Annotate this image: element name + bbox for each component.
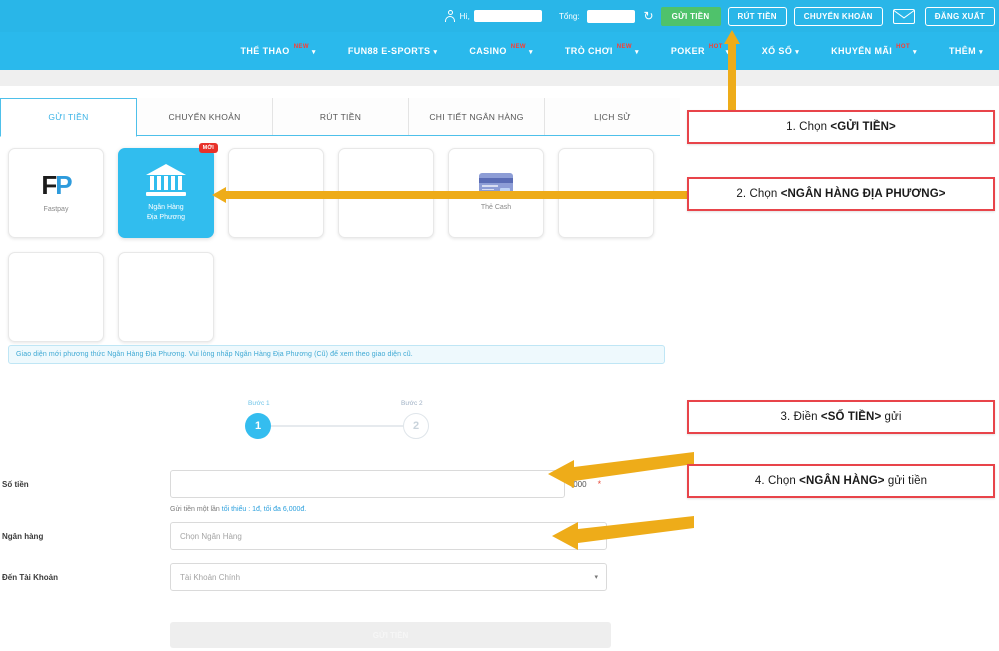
deposit-button[interactable]: GỬI TIỀN [660,6,721,26]
annotation-text: 3. Điền <SỐ TIỀN> gửi [780,411,902,423]
tab-lich-su[interactable]: LỊCH SỬ [545,98,680,135]
nav-badge-new: NEW [293,44,309,50]
page-top-divider [0,70,999,86]
account-select[interactable]: Tài Khoản Chính [170,563,607,591]
annotation-step-1: 1. Chọn <GỬI TIỀN> [687,110,995,144]
account-tabs: GỬI TIỀN CHUYỂN KHOẢN RÚT TIỀN CHI TIẾT … [0,98,680,137]
top-utility-bar: Hi, Tổng: ↻ GỬI TIỀN RÚT TIỀN CHUYỂN KHO… [0,0,999,32]
nav-item-tro-choi[interactable]: TRÒ CHƠI NEW ▾ [549,44,655,56]
bank-icon [146,164,186,197]
account-label: Đến Tài Khoản [2,572,59,582]
bank-label: Ngân hàng [2,531,44,541]
nav-item-them[interactable]: THÊM ▾ [933,46,999,56]
mail-icon[interactable] [892,8,915,24]
arrow-to-local-bank-card [212,187,690,203]
amount-input[interactable] [170,470,565,498]
balance-label: Tổng: [559,11,580,21]
step-2-circle[interactable]: 2 [403,413,429,439]
annotation-text: 4. Chọn <NGÂN HÀNG> gửi tiền [754,475,928,487]
account-row: Đến Tài Khoản Tài Khoản Chính ▾ [0,563,680,591]
username-redacted [474,10,543,22]
nav-item-khuyen-mai[interactable]: KHUYẾN MÃI HOT ▾ [815,44,933,56]
annotation-step-4: 4. Chọn <NGÂN HÀNG> gửi tiền [687,464,995,498]
person-icon [445,9,456,23]
transfer-button[interactable]: CHUYỂN KHOẢN [793,6,883,26]
arrow-to-bank-select [552,516,694,556]
nav-item-esports[interactable]: FUN88 E-SPORTS ▾ [332,46,454,56]
step-1-circle[interactable]: 1 [245,413,271,439]
method-card-8[interactable] [118,252,214,342]
main-navigation: THỂ THAO NEW ▾ FUN88 E-SPORTS ▾ CASINO N… [0,32,999,70]
chevron-down-icon: ▾ [528,49,533,56]
amount-field-wrap [170,470,565,498]
notice-text: Giao diện mới phương thức Ngân Hàng Địa … [16,351,413,358]
chevron-down-icon: ▾ [795,49,800,56]
arrow-to-deposit-button [724,30,740,112]
nav-badge-new: NEW [510,44,526,50]
refresh-icon[interactable]: ↻ [644,10,654,22]
step-2-label: Bước 2 [401,400,423,407]
chevron-down-icon: ▾ [433,49,438,56]
method-card-label: Fastpay [43,205,69,213]
step-1-label: Bước 1 [248,400,270,407]
submit-deposit-button[interactable]: GỬI TIỀN [170,622,611,648]
tab-rut-tien[interactable]: RÚT TIỀN [273,98,409,135]
bank-select-wrap: Chọn Ngân Hàng ▾ [170,522,607,550]
nav-item-the-thao[interactable]: THỂ THAO NEW ▾ [225,44,332,56]
page-root: Hi, Tổng: ↻ GỬI TIỀN RÚT TIỀN CHUYỂN KHO… [0,0,999,651]
chevron-down-icon: ▾ [594,574,598,581]
chevron-down-icon: ▾ [913,49,917,56]
bank-select[interactable]: Chọn Ngân Hàng [170,522,607,550]
withdraw-button[interactable]: RÚT TIỀN [727,6,787,26]
amount-label: Số tiền [2,479,29,489]
balance-redacted [586,9,635,23]
fastpay-logo-icon: FP [41,169,72,200]
tab-chi-tiet-ngan-hang[interactable]: CHI TIẾT NGÂN HÀNG [409,98,545,135]
nav-item-xo-so[interactable]: XỔ SỐ ▾ [746,46,815,56]
interface-notice-banner: Giao diện mới phương thức Ngân Hàng Địa … [8,345,665,364]
new-badge: MỚI [198,143,218,153]
arrow-to-amount-input [548,452,694,492]
method-card-label: Ngân Hàng Địa Phương [146,204,186,221]
method-card-ngan-hang-dia-phuong[interactable]: MỚI Ngân Hàng Địa Phương [118,143,218,238]
tab-chuyen-khoan[interactable]: CHUYỂN KHOẢN [137,98,273,135]
deposit-stepper: Bước 1 Bước 2 1 2 [245,400,435,446]
method-card-fastpay[interactable]: FP Fastpay [8,148,104,238]
account-select-wrap: Tài Khoản Chính ▾ [170,563,607,591]
tab-gui-tien[interactable]: GỬI TIỀN [0,98,137,137]
chevron-down-icon: ▾ [634,49,639,56]
method-card-label: Thẻ Cash [480,204,512,212]
greeting-label: Hi, [459,11,471,21]
nav-badge-hot: HOT [708,44,723,50]
annotation-text: 1. Chọn <GỬI TIỀN> [786,121,896,133]
user-info: Hi, [445,9,543,23]
annotation-step-2: 2. Chọn <NGÂN HÀNG ĐỊA PHƯƠNG> [687,177,995,211]
stepper-connector [271,425,403,427]
payment-method-grid: FP Fastpay MỚI Ngân Hàng Địa Phương Thẻ … [8,143,673,342]
chevron-down-icon: ▾ [311,49,316,56]
annotation-step-3: 3. Điền <SỐ TIỀN> gửi [687,400,995,434]
amount-helper-text: Gửi tiền một lần tối thiểu : 1đ, tối đa … [170,506,307,513]
nav-item-casino[interactable]: CASINO NEW ▾ [453,44,549,56]
nav-badge-new: NEW [616,44,632,50]
method-card-7[interactable] [8,252,104,342]
logout-button[interactable]: ĐĂNG XUẤT [924,6,995,26]
annotation-text: 2. Chọn <NGÂN HÀNG ĐỊA PHƯƠNG> [736,188,946,200]
nav-badge-hot: HOT [896,44,911,50]
chevron-down-icon: ▾ [979,49,983,56]
